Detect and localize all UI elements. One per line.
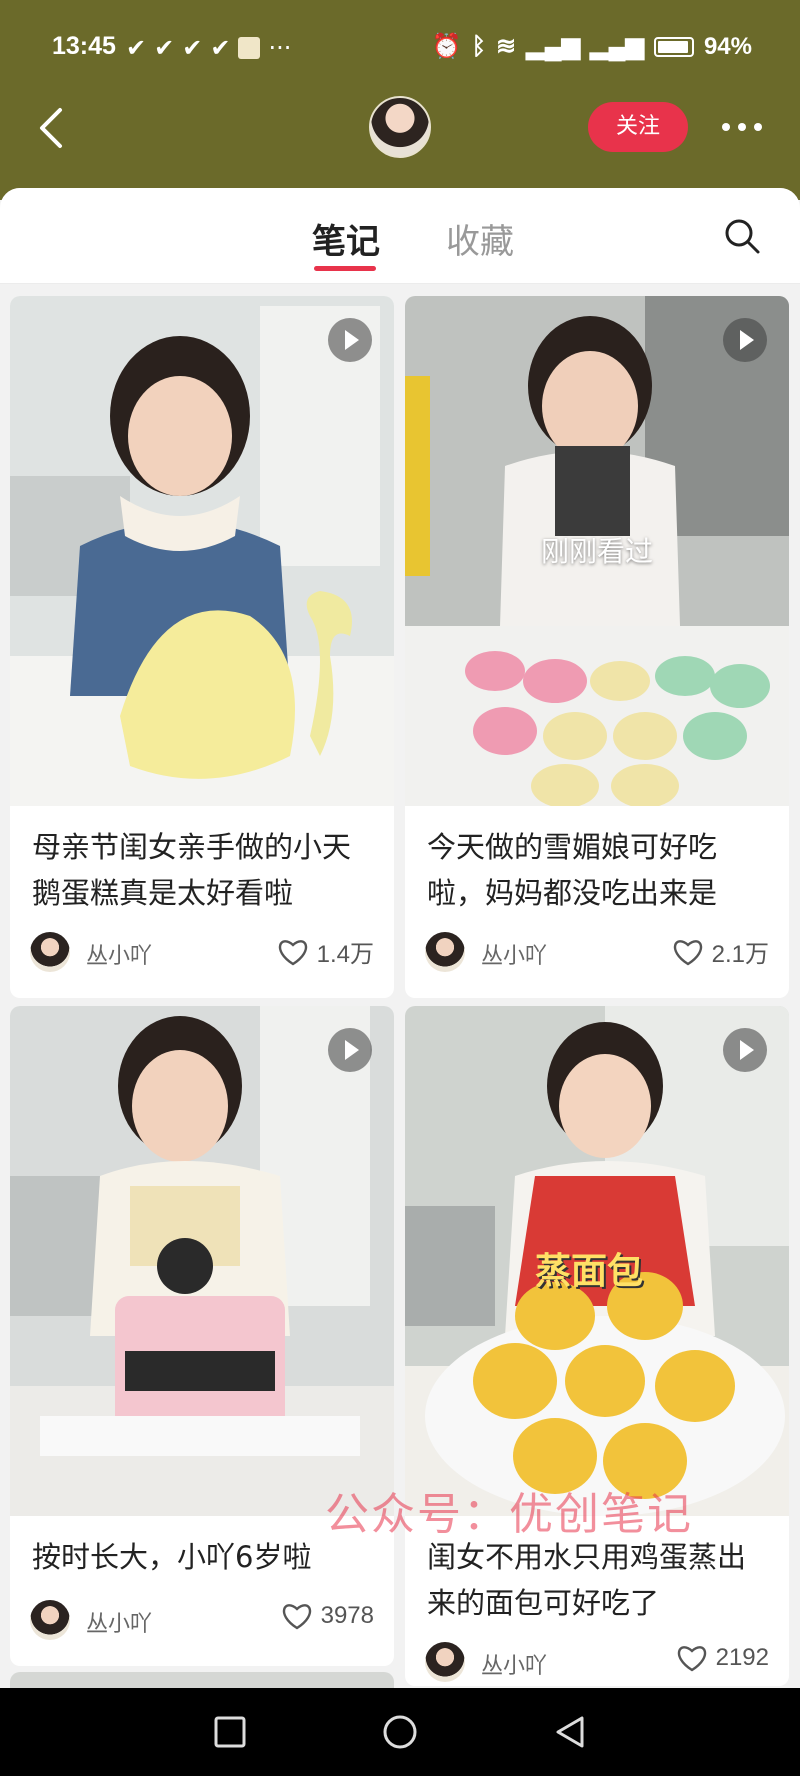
note-meta: 丛小吖 1.4万 bbox=[10, 920, 394, 994]
note-thumbnail[interactable] bbox=[10, 296, 394, 806]
video-play-icon bbox=[328, 1028, 372, 1072]
note-title[interactable]: 母亲节闺女亲手做的小天鹅蛋糕真是太好看啦 bbox=[10, 806, 394, 920]
heart-icon bbox=[673, 939, 702, 965]
status-bar: 13:45 ✔ ✔ ✔ ✔ ··· ⏰ ᛒ ≋ ▂▄▆ ▂▄▆ 94% bbox=[0, 28, 800, 68]
tab-bar: 笔记 收藏 bbox=[0, 188, 800, 284]
author-name[interactable]: 丛小吖 bbox=[86, 938, 152, 970]
heart-icon bbox=[677, 1646, 706, 1672]
note-card[interactable]: 按时长大，小吖6岁啦 丛小吖 3978 bbox=[10, 1006, 394, 1666]
like-count: 2.1万 bbox=[711, 941, 769, 968]
like-button[interactable]: 2192 bbox=[676, 1644, 769, 1672]
more-notifications-icon: ··· bbox=[268, 34, 292, 62]
video-play-icon bbox=[723, 318, 767, 362]
note-thumbnail[interactable]: 蒸面包 bbox=[405, 1006, 789, 1516]
note-title[interactable]: 今天做的雪媚娘可好吃啦，妈妈都没吃出来是 bbox=[405, 806, 789, 920]
chevron-left-icon bbox=[40, 108, 62, 148]
dot-icon bbox=[754, 123, 762, 131]
note-card[interactable]: 母亲节闺女亲手做的小天鹅蛋糕真是太好看啦 丛小吖 1.4万 bbox=[10, 296, 394, 998]
alarm-icon: ⏰ bbox=[431, 33, 462, 60]
status-right: ⏰ ᛒ ≋ ▂▄▆ ▂▄▆ 94% bbox=[432, 32, 752, 61]
app-notification-icon: ✔ bbox=[126, 34, 147, 62]
note-meta: 丛小吖 2.1万 bbox=[405, 920, 789, 994]
heart-icon bbox=[282, 1604, 311, 1630]
back-nav-icon[interactable] bbox=[552, 1714, 588, 1750]
recent-apps-icon[interactable] bbox=[212, 1714, 248, 1750]
tab-notes[interactable]: 笔记 bbox=[312, 214, 380, 263]
swan-cake-photo bbox=[10, 296, 394, 806]
note-meta: 丛小吖 2192 bbox=[405, 1630, 789, 1686]
like-button[interactable]: 2.1万 bbox=[672, 934, 769, 969]
video-play-icon bbox=[723, 1028, 767, 1072]
note-thumbnail[interactable]: 刚刚看过 bbox=[405, 296, 789, 806]
author-avatar[interactable] bbox=[425, 932, 465, 972]
dot-icon bbox=[722, 123, 730, 131]
profile-header: 13:45 ✔ ✔ ✔ ✔ ··· ⏰ ᛒ ≋ ▂▄▆ ▂▄▆ 94% 关注 bbox=[0, 0, 800, 200]
tab-favorites[interactable]: 收藏 bbox=[446, 214, 514, 263]
search-button[interactable] bbox=[722, 216, 762, 256]
app-notification-icon bbox=[238, 37, 261, 59]
author-avatar[interactable] bbox=[30, 1600, 70, 1640]
check-circle-icon: ✔ bbox=[210, 34, 231, 62]
back-button[interactable] bbox=[32, 106, 72, 150]
like-count: 2192 bbox=[715, 1644, 769, 1671]
check-circle-icon: ✔ bbox=[182, 34, 203, 62]
follow-button[interactable]: 关注 bbox=[588, 102, 688, 152]
signal-5g-icon: ▂▄▆ bbox=[526, 33, 581, 60]
like-count: 1.4万 bbox=[316, 941, 374, 968]
note-card[interactable]: 刚刚看过 今天做的雪媚娘可好吃啦，妈妈都没吃出来是 丛小吖 2.1万 bbox=[405, 296, 789, 998]
author-name[interactable]: 丛小吖 bbox=[481, 938, 547, 970]
heart-icon bbox=[278, 939, 307, 965]
like-button[interactable]: 3978 bbox=[281, 1602, 374, 1630]
battery-level: 94% bbox=[703, 32, 752, 60]
top-nav: 关注 bbox=[0, 88, 800, 168]
like-button[interactable]: 1.4万 bbox=[277, 934, 374, 969]
recently-viewed-label: 刚刚看过 bbox=[540, 535, 653, 568]
wifi-icon: ≋ bbox=[496, 33, 517, 60]
check-circle-icon: ✔ bbox=[154, 34, 175, 62]
note-meta: 丛小吖 3978 bbox=[10, 1588, 394, 1662]
home-icon[interactable] bbox=[382, 1714, 418, 1750]
status-time: 13:45 bbox=[52, 32, 116, 60]
note-card[interactable]: 蒸面包 闺女不用水只用鸡蛋蒸出来的面包可好吃了 丛小吖 2192 bbox=[405, 1006, 789, 1686]
author-avatar[interactable] bbox=[30, 932, 70, 972]
birthday-cake-photo bbox=[10, 1006, 394, 1516]
active-tab-indicator bbox=[314, 266, 376, 271]
search-icon bbox=[725, 219, 760, 254]
author-name[interactable]: 丛小吖 bbox=[481, 1648, 547, 1680]
battery-icon bbox=[653, 36, 694, 57]
watermark-text: 公众号：优创笔记 bbox=[325, 1489, 693, 1540]
video-cover-text: 蒸面包 bbox=[535, 1251, 644, 1292]
notification-icons: ✔ ✔ ✔ ✔ ··· bbox=[126, 34, 291, 62]
more-options-button[interactable] bbox=[718, 112, 766, 142]
like-count: 3978 bbox=[320, 1602, 374, 1629]
note-thumbnail[interactable] bbox=[10, 1006, 394, 1516]
profile-avatar[interactable] bbox=[369, 96, 431, 158]
video-play-icon bbox=[328, 318, 372, 362]
bluetooth-icon: ᛒ bbox=[471, 32, 486, 60]
dot-icon bbox=[738, 123, 746, 131]
signal-5g-icon: ▂▄▆ bbox=[590, 33, 644, 60]
author-name[interactable]: 丛小吖 bbox=[86, 1606, 152, 1638]
system-navigation-bar bbox=[0, 1688, 800, 1776]
author-avatar[interactable] bbox=[425, 1642, 465, 1682]
